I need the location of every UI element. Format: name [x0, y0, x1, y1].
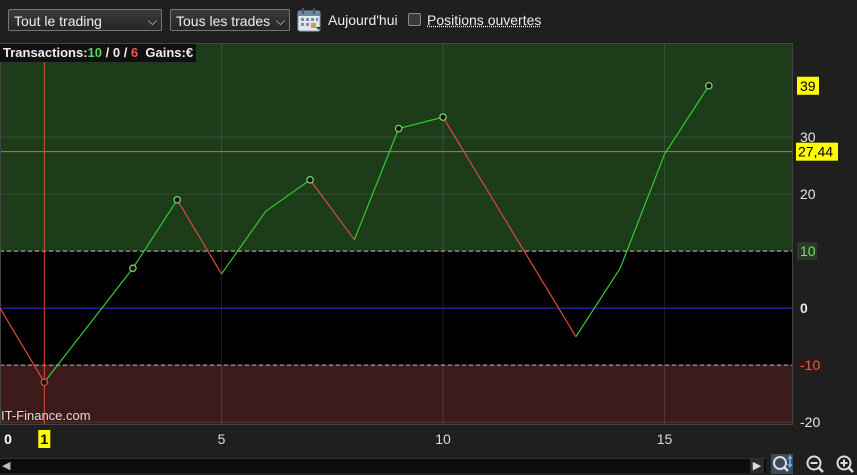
y-tick-label: -20	[800, 414, 820, 430]
equity-chart: -20-1001020303927,440 5 10 151	[0, 43, 838, 448]
x-tick-label: 0	[4, 431, 12, 447]
transactions-summary: Transactions:10 / 0 / 6 Gains:€	[0, 44, 197, 62]
zoom-in-icon[interactable]	[835, 454, 857, 474]
x-tick-label: 15	[657, 431, 673, 447]
reference-label: 27,44	[798, 144, 833, 160]
zoom-out-icon[interactable]	[805, 454, 827, 474]
scroll-right-arrow-icon[interactable]: ▶	[750, 459, 764, 473]
trade-marker	[705, 81, 713, 90]
gain-zone	[0, 43, 793, 252]
trade-marker	[439, 113, 447, 121]
separator: /	[102, 45, 113, 60]
y-tick-label: 0	[800, 300, 808, 316]
trade-marker	[173, 195, 182, 204]
horizontal-scrollbar[interactable]: ◀ ▶	[0, 458, 766, 473]
last-value-label: 39	[800, 78, 816, 94]
separator: /	[120, 45, 131, 60]
gains-label: Gains:	[145, 45, 186, 60]
trade-marker	[394, 124, 403, 133]
watermark: IT-Finance.com	[1, 408, 91, 423]
y-tick-label: -10	[800, 357, 820, 373]
trade-marker	[40, 378, 49, 387]
neutral-count: 0	[112, 45, 121, 60]
losing-count: 6	[130, 45, 139, 60]
trade-marker	[306, 176, 314, 184]
winning-count: 10	[87, 45, 102, 60]
trade-marker	[129, 264, 137, 273]
zoom-auto-icon[interactable]	[771, 454, 793, 474]
scroll-left-arrow-icon[interactable]: ◀	[2, 459, 10, 472]
y-tick-label: 20	[800, 186, 816, 202]
loss-zone	[0, 365, 793, 425]
transactions-label: Transactions:	[3, 45, 88, 60]
x-tick-label: 10	[435, 431, 451, 447]
x-tick-label: 5	[218, 431, 226, 447]
gains-currency: €	[185, 45, 194, 60]
cursor-x-label: 1	[40, 431, 48, 447]
y-tick-label: 10	[800, 243, 816, 259]
